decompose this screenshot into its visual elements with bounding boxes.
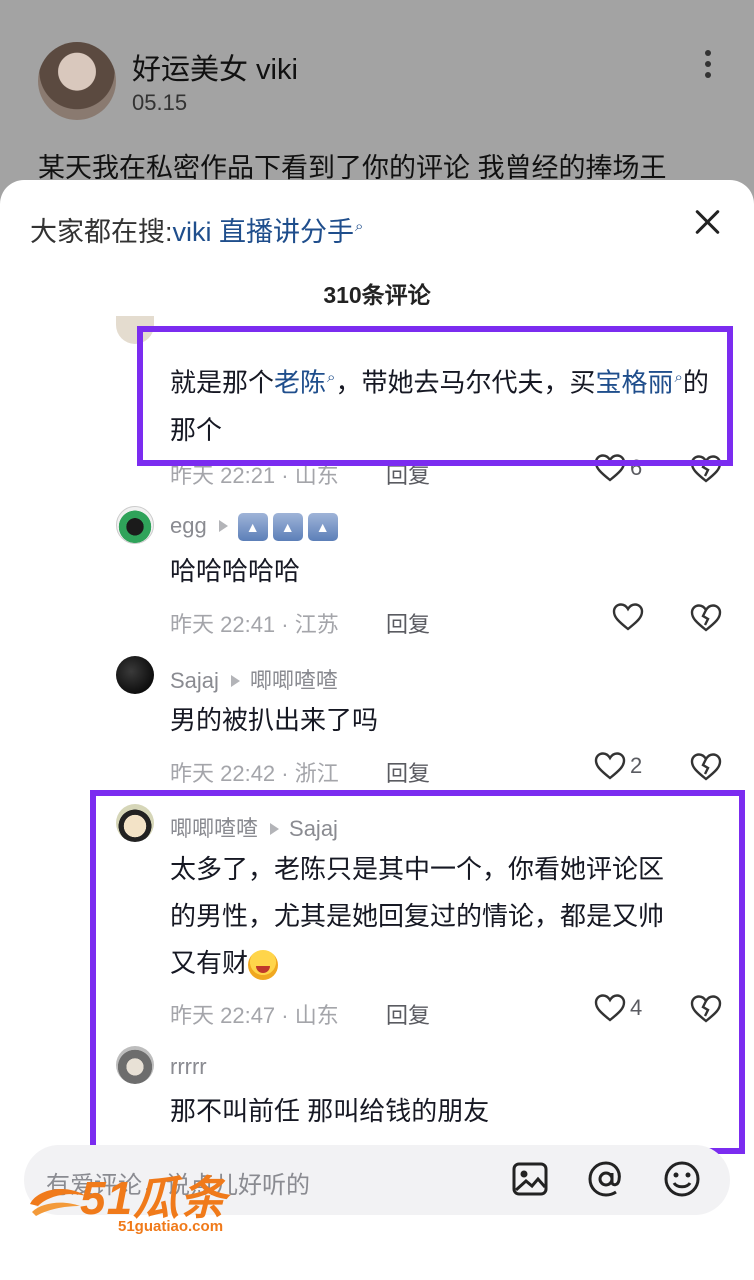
emoji-icon[interactable] — [660, 1157, 704, 1201]
post-date: 05.15 — [132, 90, 188, 115]
background-post: 好运美女 viki 05.15 某天我在私密作品下看到了你的评论 我曾经的捧场王 — [0, 0, 754, 210]
badge-icon: ▲ — [307, 513, 338, 542]
like-count: 6 — [630, 455, 643, 480]
comment-avatar[interactable] — [116, 316, 154, 344]
comment-username[interactable]: egg ▲ ▲ ▲ — [170, 513, 343, 542]
comment-meta: 昨天 22:21 · 山东 — [170, 463, 339, 488]
like-button[interactable] — [612, 602, 644, 636]
comment-text: 那不叫前任 那叫给钱的朋友 — [170, 1096, 490, 1126]
like-button[interactable]: 4 — [594, 993, 642, 1027]
reply-button[interactable]: 回复 — [386, 998, 430, 1030]
comment-meta: 昨天 22:42 · 浙江 — [170, 761, 339, 786]
author-avatar[interactable] — [38, 42, 116, 120]
badge-icon: ▲ — [237, 513, 268, 542]
search-suggestion-prefix: 大家都在搜: — [30, 217, 173, 247]
comment-avatar[interactable] — [116, 1046, 154, 1084]
heart-icon — [594, 454, 626, 482]
like-count: 2 — [630, 753, 643, 778]
dislike-button[interactable] — [690, 752, 722, 787]
heart-icon — [594, 752, 626, 780]
broken-heart-icon — [690, 995, 722, 1023]
heart-icon — [612, 603, 644, 631]
keyword-link[interactable]: 老陈 — [274, 368, 326, 398]
comment-text: 哈哈哈哈哈 — [170, 556, 301, 586]
dislike-button[interactable] — [690, 454, 722, 489]
arrow-icon — [218, 520, 228, 533]
search-suggestion[interactable]: 大家都在搜:viki 直播讲分手⌕ — [30, 210, 363, 249]
comment-avatar[interactable] — [116, 506, 154, 544]
author-name[interactable]: 好运美女 viki — [132, 46, 298, 88]
broken-heart-icon — [690, 455, 722, 483]
comment-avatar[interactable] — [116, 656, 154, 694]
like-button[interactable]: 2 — [594, 751, 642, 785]
arrow-icon — [270, 823, 280, 836]
comment-meta: 昨天 22:47 · 山东 — [170, 1003, 339, 1028]
badge-icon: ▲ — [272, 513, 303, 542]
like-count: 4 — [630, 995, 643, 1020]
reply-button[interactable]: 回复 — [386, 756, 430, 788]
reply-button[interactable]: 回复 — [386, 458, 430, 490]
arrow-icon — [230, 675, 240, 688]
crying-laugh-emoji-icon — [248, 950, 279, 981]
comment-username[interactable]: rrrrr — [170, 1054, 207, 1080]
search-icon: ⌕ — [674, 369, 683, 386]
close-button[interactable] — [690, 204, 726, 240]
search-icon: ⌕ — [355, 218, 364, 235]
mention-icon[interactable] — [584, 1157, 628, 1201]
search-suggestion-term[interactable]: viki 直播讲分手 — [173, 217, 355, 247]
comment-input-bar[interactable]: 有爱评论，说点儿好听的 — [24, 1145, 730, 1215]
heart-icon — [594, 994, 626, 1022]
comment-input-placeholder[interactable]: 有爱评论，说点儿好听的 — [46, 1165, 310, 1200]
comment-text: 就是那个老陈⌕，带她去马尔代夫，买宝格丽⌕的那个 — [170, 354, 715, 454]
comments-sheet: 大家都在搜:viki 直播讲分手⌕ 310条评论 就是那个老陈⌕，带她去马尔代夫… — [0, 180, 754, 1280]
dislike-button[interactable] — [690, 603, 722, 638]
image-icon[interactable] — [508, 1157, 552, 1201]
more-options-icon[interactable] — [700, 50, 716, 80]
broken-heart-icon — [690, 753, 722, 781]
dislike-button[interactable] — [690, 994, 722, 1029]
like-button[interactable]: 6 — [594, 453, 642, 487]
comment-avatar[interactable] — [116, 804, 154, 842]
broken-heart-icon — [690, 604, 722, 632]
comment-count-title: 310条评论 — [323, 282, 431, 308]
comment-username[interactable]: 唧唧喳喳 Sajaj — [170, 811, 338, 843]
comment-text: 男的被扒出来了吗 — [170, 705, 379, 735]
comment-username[interactable]: Sajaj 唧唧喳喳 — [170, 663, 338, 695]
reply-button[interactable]: 回复 — [386, 607, 430, 639]
comment-meta: 昨天 22:41 · 江苏 — [170, 612, 339, 637]
comment-text: 太多了，老陈只是其中一个，你看她评论区 的男性，尤其是她回复过的情论，都是又帅 … — [170, 846, 715, 987]
keyword-link[interactable]: 宝格丽 — [595, 368, 673, 398]
